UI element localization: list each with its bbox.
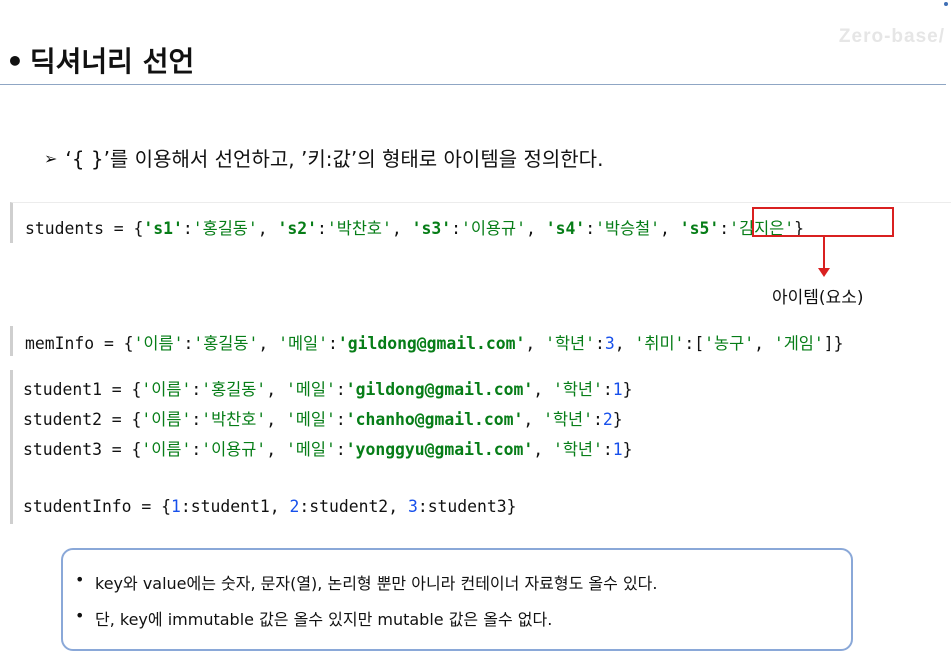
code-line-studentinfo: studentInfo = {1:student1, 2:student2, 3… xyxy=(23,497,517,516)
code-line-student1: student1 = {'이름':'홍길동', '메일':'gildong@gm… xyxy=(23,380,633,399)
code-line-meminfo: memInfo = {'이름':'홍길동', '메일':'gildong@gma… xyxy=(25,334,844,353)
title-text: 딕셔너리 선언 xyxy=(29,45,195,78)
note-item: 단, key에 immutable 값은 올수 있지만 mutable 값은 올… xyxy=(75,606,552,630)
slide-title: • 딕셔너리 선언 xyxy=(6,40,194,80)
annotation-arrow-line xyxy=(823,237,825,269)
code-line-students: students = {'s1':'홍길동', 's2':'박찬호', 's3'… xyxy=(25,219,805,238)
code-block-students-info: student1 = {'이름':'홍길동', '메일':'gildong@gm… xyxy=(10,370,951,524)
watermark: Zero-base/ xyxy=(838,26,945,47)
note-box: key와 value에는 숫자, 문자(열), 논리형 뿐만 아니라 컨테이너 … xyxy=(61,548,853,651)
arrow-bullet-icon: ➢ xyxy=(44,149,58,168)
title-divider xyxy=(0,84,946,85)
subtitle: ➢ ‘{ }’를 이용해서 선언하고, ’키:값’의 형태로 아이템을 정의한다. xyxy=(44,143,603,172)
code-block-meminfo: memInfo = {'이름':'홍길동', '메일':'gildong@gma… xyxy=(10,326,951,356)
code-line-student3: student3 = {'이름':'이용규', '메일':'yonggyu@gm… xyxy=(23,440,633,459)
annotation-label: 아이템(요소) xyxy=(772,288,864,308)
annotation-arrow-head-icon xyxy=(818,268,830,277)
title-bullet: • xyxy=(6,45,24,78)
item-highlight-box xyxy=(752,207,894,237)
corner-dot xyxy=(944,2,948,6)
subtitle-text: ‘{ }’를 이용해서 선언하고, ’키:값’의 형태로 아이템을 정의한다. xyxy=(65,147,604,171)
note-item: key와 value에는 숫자, 문자(열), 논리형 뿐만 아니라 컨테이너 … xyxy=(75,570,658,594)
code-line-student2: student2 = {'이름':'박찬호', '메일':'chanho@gma… xyxy=(23,410,623,429)
